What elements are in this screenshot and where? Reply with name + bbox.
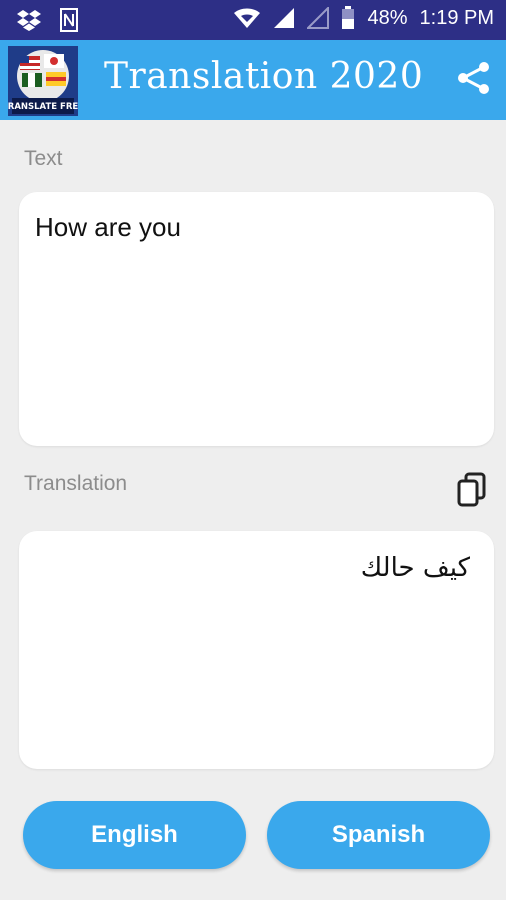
signal-icon [274,8,295,28]
battery-icon [342,6,355,29]
translation-card: كيف حالك [19,531,494,769]
dropbox-icon [17,10,41,31]
logo-text: TRANSLATE FREE [8,102,78,112]
app-bar: TRANSLATE FREE Translation 2020 [0,40,506,120]
battery-percent: 48% [367,6,408,29]
status-bar: 48% 1:19 PM [0,0,506,40]
source-text-input[interactable]: How are you [35,212,475,243]
signal-empty-icon [307,7,330,29]
notes-icon [60,8,78,32]
app-title: Translation 2020 [104,56,424,97]
wifi-icon [234,8,261,28]
status-right: 48% 1:19 PM [233,6,494,30]
status-left-icons [16,8,78,32]
app-logo: TRANSLATE FREE [8,46,78,116]
translation-label: Translation [24,472,128,495]
source-language-button[interactable]: English [23,801,246,869]
copy-icon[interactable] [455,471,489,507]
text-label: Text [24,147,63,170]
share-icon[interactable] [456,60,492,96]
clock: 1:19 PM [419,6,494,29]
source-text-card[interactable]: How are you [19,192,494,446]
target-language-button[interactable]: Spanish [267,801,490,869]
translation-output: كيف حالك [360,553,470,583]
